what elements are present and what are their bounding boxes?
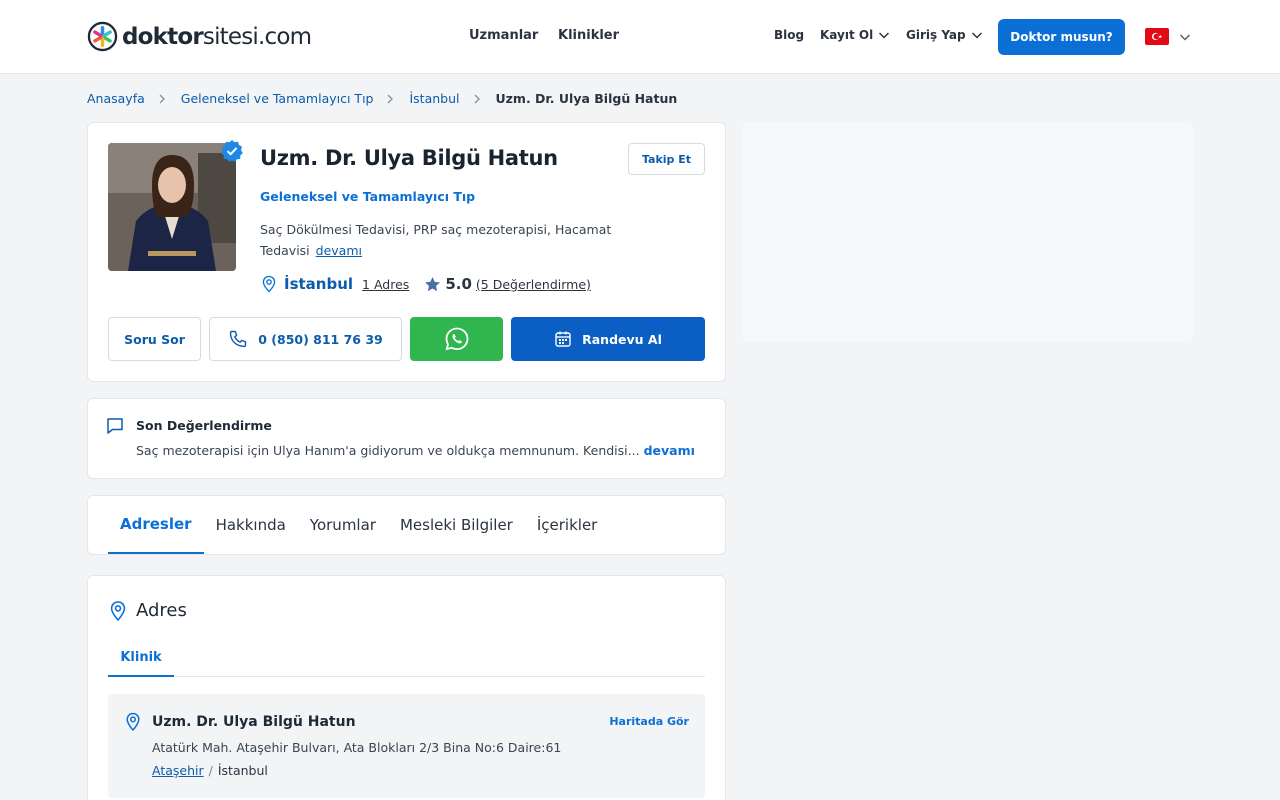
treatments-text: Saç Dökülmesi Tedavisi, PRP saç mezotera…	[260, 219, 620, 261]
location-separator: /	[208, 763, 213, 778]
doctor-specialty-link[interactable]: Geleneksel ve Tamamlayıcı Tıp	[260, 189, 475, 204]
latest-review-card: Son Değerlendirme Saç mezoterapisi için …	[87, 398, 726, 479]
chevron-right-icon	[157, 93, 167, 105]
profile-tabs: Adresler Hakkında Yorumlar Mesleki Bilgi…	[87, 495, 726, 555]
latest-review-title: Son Değerlendirme	[136, 418, 272, 433]
address-subtabs: Klinik	[108, 640, 705, 677]
star-icon	[425, 276, 441, 291]
chevron-down-icon	[971, 32, 982, 39]
chat-bubble-icon	[107, 418, 123, 434]
address-card: Adres Klinik Uzm. Dr. Ulya Bilgü Hatun H…	[87, 575, 726, 800]
doctor-cta-button[interactable]: Doktor musun?	[998, 19, 1125, 55]
turkey-flag-icon[interactable]	[1145, 28, 1169, 45]
chevron-right-icon	[472, 93, 482, 105]
verified-badge-icon	[221, 140, 243, 162]
ask-question-button[interactable]: Soru Sor	[108, 317, 201, 361]
doctor-photo	[108, 143, 236, 271]
whatsapp-icon	[445, 327, 468, 351]
location-pin-icon	[262, 275, 276, 293]
tab-yorumlar[interactable]: Yorumlar	[298, 496, 388, 554]
address-count-link[interactable]: 1 Adres	[362, 277, 409, 292]
breadcrumb-specialty[interactable]: Geleneksel ve Tamamlayıcı Tıp	[181, 91, 374, 106]
doctor-name: Uzm. Dr. Ulya Bilgü Hatun	[260, 146, 558, 170]
clinic-name: Uzm. Dr. Ulya Bilgü Hatun	[152, 714, 356, 730]
doctor-city[interactable]: İstanbul	[284, 275, 353, 293]
follow-button[interactable]: Takip Et	[628, 143, 705, 175]
latest-review-more-link[interactable]: devamı	[644, 443, 695, 458]
treatments-list: Saç Dökülmesi Tedavisi, PRP saç mezotera…	[260, 222, 612, 258]
tab-adresler[interactable]: Adresler	[108, 496, 204, 554]
clinic-city: İstanbul	[217, 763, 268, 778]
latest-review-text: Saç mezoterapisi için Ulya Hanım'a gidiy…	[136, 443, 695, 458]
tab-icerikler[interactable]: İçerikler	[525, 496, 609, 554]
profile-card: Uzm. Dr. Ulya Bilgü Hatun Takip Et Gelen…	[87, 122, 726, 382]
appointment-button[interactable]: Randevu Al	[511, 317, 705, 361]
location-pin-icon	[126, 712, 140, 732]
show-on-map-link[interactable]: Haritada Gör	[609, 715, 689, 728]
sidebar-placeholder	[742, 122, 1193, 342]
location-pin-icon	[110, 601, 126, 622]
breadcrumb-home[interactable]: Anasayfa	[87, 91, 145, 106]
nav-uzmanlar[interactable]: Uzmanlar	[469, 28, 538, 43]
whatsapp-button[interactable]	[410, 317, 503, 361]
reviews-count-link[interactable]: (5 Değerlendirme)	[476, 277, 591, 292]
clinic-district-link[interactable]: Ataşehir	[152, 763, 204, 778]
doctor-meta: İstanbul 1 Adres 5.0 (5 Değerlendirme)	[260, 275, 591, 293]
tab-mesleki-bilgiler[interactable]: Mesleki Bilgiler	[388, 496, 525, 554]
clinic-location: Ataşehir / İstanbul	[152, 763, 268, 778]
subtab-klinik[interactable]: Klinik	[108, 640, 174, 677]
latest-review-excerpt: Saç mezoterapisi için Ulya Hanım'a gidiy…	[136, 443, 640, 458]
nav-login-dropdown[interactable]: Giriş Yap	[906, 28, 984, 42]
rating-value: 5.0	[445, 275, 472, 293]
site-logo[interactable]: doktorsitesi.com	[87, 21, 312, 52]
site-header: doktorsitesi.com Uzmanlar Klinikler Blog…	[0, 0, 1280, 74]
clinic-address: Atatürk Mah. Ataşehir Bulvarı, Ata Blokl…	[152, 740, 562, 755]
chevron-right-icon	[385, 93, 395, 105]
treatments-more-link[interactable]: devamı	[316, 243, 362, 258]
phone-icon	[230, 330, 247, 348]
address-section-title: Adres	[136, 600, 187, 621]
breadcrumb-city[interactable]: İstanbul	[409, 91, 459, 106]
chevron-down-icon	[879, 32, 890, 39]
tab-hakkinda[interactable]: Hakkında	[204, 496, 298, 554]
calendar-icon	[555, 331, 571, 347]
clinic-address-box: Uzm. Dr. Ulya Bilgü Hatun Haritada Gör A…	[108, 694, 705, 798]
nav-blog[interactable]: Blog	[774, 28, 804, 42]
breadcrumb: Anasayfa Geleneksel ve Tamamlayıcı Tıp İ…	[87, 91, 677, 106]
logo-text: doktorsitesi.com	[122, 23, 312, 50]
nav-klinikler[interactable]: Klinikler	[558, 28, 619, 43]
language-chevron-icon[interactable]	[1178, 30, 1192, 44]
logo-asterisk-icon	[87, 21, 118, 52]
nav-register-dropdown[interactable]: Kayıt Ol	[820, 28, 891, 42]
crescent-star-icon	[1151, 32, 1163, 41]
phone-button[interactable]: 0 (850) 811 76 39	[209, 317, 402, 361]
breadcrumb-current: Uzm. Dr. Ulya Bilgü Hatun	[495, 91, 678, 106]
